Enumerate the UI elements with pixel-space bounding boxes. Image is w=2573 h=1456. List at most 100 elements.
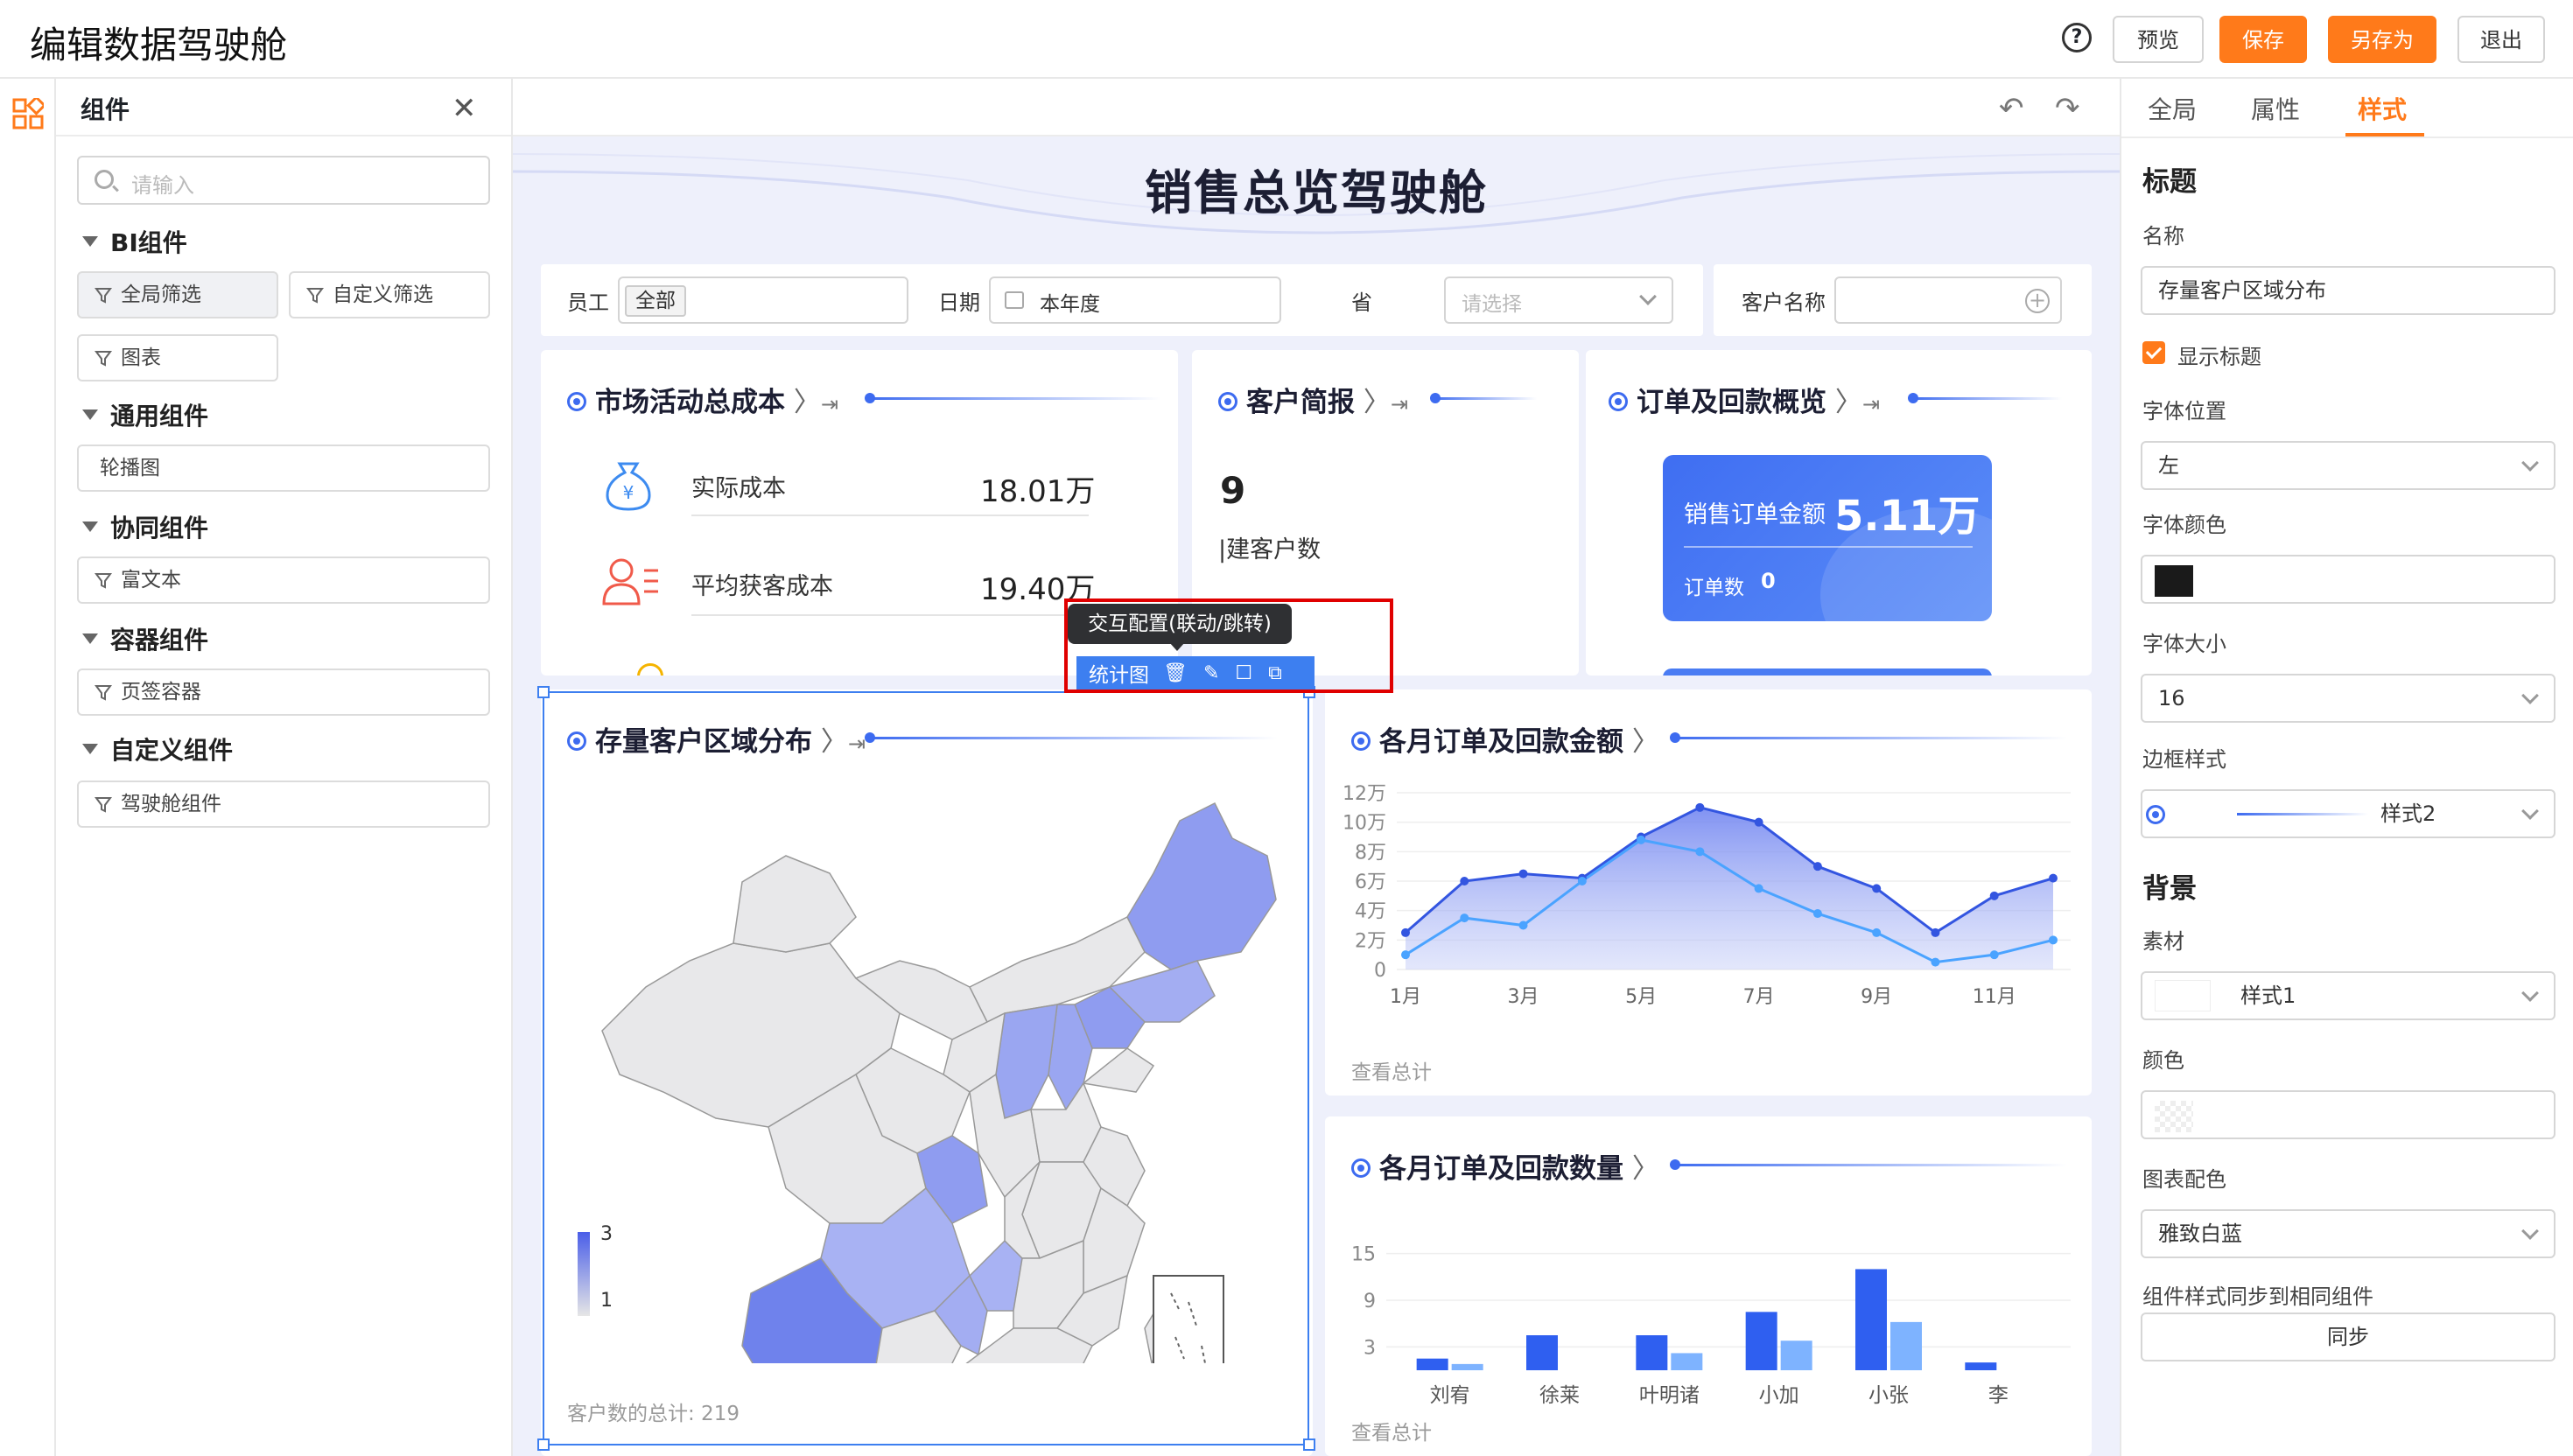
group-custom[interactable]: 自定义组件 [82, 732, 233, 766]
title-line [1430, 393, 1537, 403]
y-tick-label: 12万 [1343, 783, 1386, 805]
card-title: 订单及回款概览 〉⇥ [1609, 380, 1880, 419]
material-label: 素材 [2142, 929, 2184, 954]
card-order-overview[interactable]: 订单及回款概览 〉⇥ 销售订单金额 5.11万 订单数 0 [1586, 350, 2092, 676]
resize-handle[interactable] [1303, 1438, 1315, 1451]
filter-group-2: 省 请选择 [1325, 264, 1703, 336]
chip-cockpit-component[interactable]: 驾驶舱组件 [77, 780, 490, 828]
group-bi[interactable]: BI组件 [82, 224, 187, 259]
interaction-config-icon[interactable]: ⧉ [1268, 662, 1282, 684]
y-tick-label: 8万 [1355, 842, 1386, 864]
chip-chart[interactable]: 图表 [77, 334, 278, 382]
preview-button[interactable]: 预览 [2113, 16, 2204, 63]
data-point [1812, 862, 1822, 872]
sync-label: 组件样式同步到相同组件 [2142, 1284, 2373, 1309]
x-tick-label: 李 [1988, 1384, 2009, 1407]
map-legend-bar [578, 1232, 590, 1316]
data-point [1401, 950, 1410, 960]
chip-custom-filter[interactable]: 自定义筛选 [289, 271, 490, 318]
material-select[interactable]: 样式1 [2141, 971, 2555, 1020]
province-select[interactable]: 请选择 [1444, 276, 1673, 324]
export-icon: ⇥ [847, 732, 866, 756]
employee-select[interactable]: 全部 [618, 276, 908, 324]
group-container[interactable]: 容器组件 [82, 621, 208, 656]
caret-down-icon [82, 634, 98, 644]
tab-global[interactable]: 全局 [2148, 91, 2197, 126]
font-size-select[interactable]: 16 [2141, 674, 2555, 723]
palette-label: 图表配色 [2142, 1167, 2226, 1192]
close-icon[interactable]: ✕ [452, 91, 477, 126]
chip-tab-container[interactable]: 页签容器 [77, 668, 490, 716]
bar [1416, 1358, 1448, 1370]
bar [1636, 1335, 1668, 1370]
china-map[interactable] [567, 786, 1285, 1363]
tab-style[interactable]: 样式 [2358, 91, 2407, 126]
help-icon[interactable]: ? [2062, 23, 2092, 52]
chip-rich-text[interactable]: 富文本 [77, 556, 490, 604]
resize-handle[interactable] [537, 1438, 550, 1451]
exit-button[interactable]: 退出 [2457, 16, 2545, 63]
date-picker[interactable]: 本年度 [989, 276, 1281, 324]
customer-input[interactable]: + [1834, 276, 2062, 324]
chip-global-filter[interactable]: 全局筛选 [77, 271, 278, 318]
delete-icon[interactable]: 🗑 [1163, 662, 1188, 684]
name-input[interactable]: 存量客户区域分布 [2141, 266, 2555, 315]
edit-data-icon[interactable]: ☐ [1235, 662, 1252, 684]
bar [1451, 1363, 1483, 1370]
card-monthly-amount[interactable]: 各月订单及回款金额 〉 0 2万 4万 6万 8万 10万 12万 1月 3月 5月 7月 9月 11月… [1325, 690, 2092, 1096]
customer-cost-icon [602, 558, 658, 606]
tooltip-arrow [1169, 642, 1185, 651]
components-icon[interactable] [12, 98, 44, 130]
chip-carousel[interactable]: 轮播图 [77, 444, 490, 492]
tab-attributes[interactable]: 属性 [2251, 91, 2300, 126]
actual-cost-label: 实际成本 [691, 475, 786, 502]
y-tick-label: 4万 [1355, 901, 1386, 923]
card-customer-map[interactable]: 存量客户区域分布 〉⇥ 3 1 客户数的总计: 219 [541, 690, 1313, 1456]
font-color-picker[interactable] [2141, 555, 2555, 604]
bar [1745, 1312, 1777, 1370]
card-monthly-count[interactable]: 各月订单及回款数量 〉 3 9 15 刘宥 徐莱 叶明诸 小加 小张李 查看总计 [1325, 1116, 2092, 1456]
redo-icon[interactable]: ↷ [2055, 91, 2080, 126]
bar [1780, 1340, 1812, 1370]
line-chart-footer[interactable]: 查看总计 [1351, 1055, 1432, 1085]
bar-chart[interactable]: 3 9 15 刘宥 徐莱 叶明诸 小加 小张 李 [1325, 1116, 2092, 1456]
border-style-select[interactable]: 样式2 [2141, 789, 2555, 838]
group-common[interactable]: 通用组件 [82, 397, 208, 432]
add-circle-icon[interactable]: + [2025, 289, 2050, 313]
show-title-checkbox[interactable] [2142, 341, 2165, 364]
component-panel-title: 组件 [81, 95, 130, 124]
order-panel-2 [1663, 668, 1992, 676]
data-point [1637, 835, 1646, 844]
bar [1965, 1362, 1997, 1370]
line-chart[interactable]: 0 2万 4万 6万 8万 10万 12万 1月 3月 5月 7月 9月 11月 [1325, 690, 2092, 1096]
bar-chart-footer[interactable]: 查看总计 [1351, 1416, 1432, 1446]
group-collab[interactable]: 协同组件 [82, 509, 208, 544]
save-button[interactable]: 保存 [2219, 16, 2307, 63]
data-point [1695, 802, 1705, 812]
border-style-label: 边框样式 [2142, 747, 2226, 772]
target-icon [2146, 805, 2165, 824]
save-as-button[interactable]: 另存为 [2328, 16, 2436, 63]
export-icon: ⇥ [1861, 392, 1880, 416]
x-tick-label: 1月 [1390, 986, 1421, 1008]
canvas-toolbar: ↶ ↷ [513, 79, 2120, 136]
palette-select[interactable]: 雅致白蓝 [2141, 1209, 2555, 1258]
font-size-label: 字体大小 [2142, 632, 2226, 656]
selected-component-toolbar: 统计图 🗑 ✎ ☐ ⧉ [1076, 656, 1315, 690]
caret-down-icon [82, 410, 98, 420]
font-position-select[interactable]: 左 [2141, 441, 2555, 490]
chevron-down-icon [2521, 687, 2539, 704]
background-section: 背景 [2142, 873, 2197, 905]
data-point [1754, 817, 1763, 827]
resize-handle[interactable] [537, 686, 550, 698]
undo-icon[interactable]: ↶ [1999, 91, 2024, 126]
edit-icon[interactable]: ✎ [1203, 662, 1219, 684]
interaction-tooltip: 交互配置(联动/跳转) [1068, 604, 1292, 644]
sync-button[interactable]: 同步 [2141, 1312, 2555, 1362]
bg-color-picker[interactable] [2141, 1090, 2555, 1139]
caret-down-icon [82, 236, 98, 247]
data-point [1401, 928, 1410, 937]
calendar-icon [1005, 291, 1024, 309]
search-input[interactable]: 请输入 [77, 156, 490, 205]
filter-icon [95, 573, 112, 589]
